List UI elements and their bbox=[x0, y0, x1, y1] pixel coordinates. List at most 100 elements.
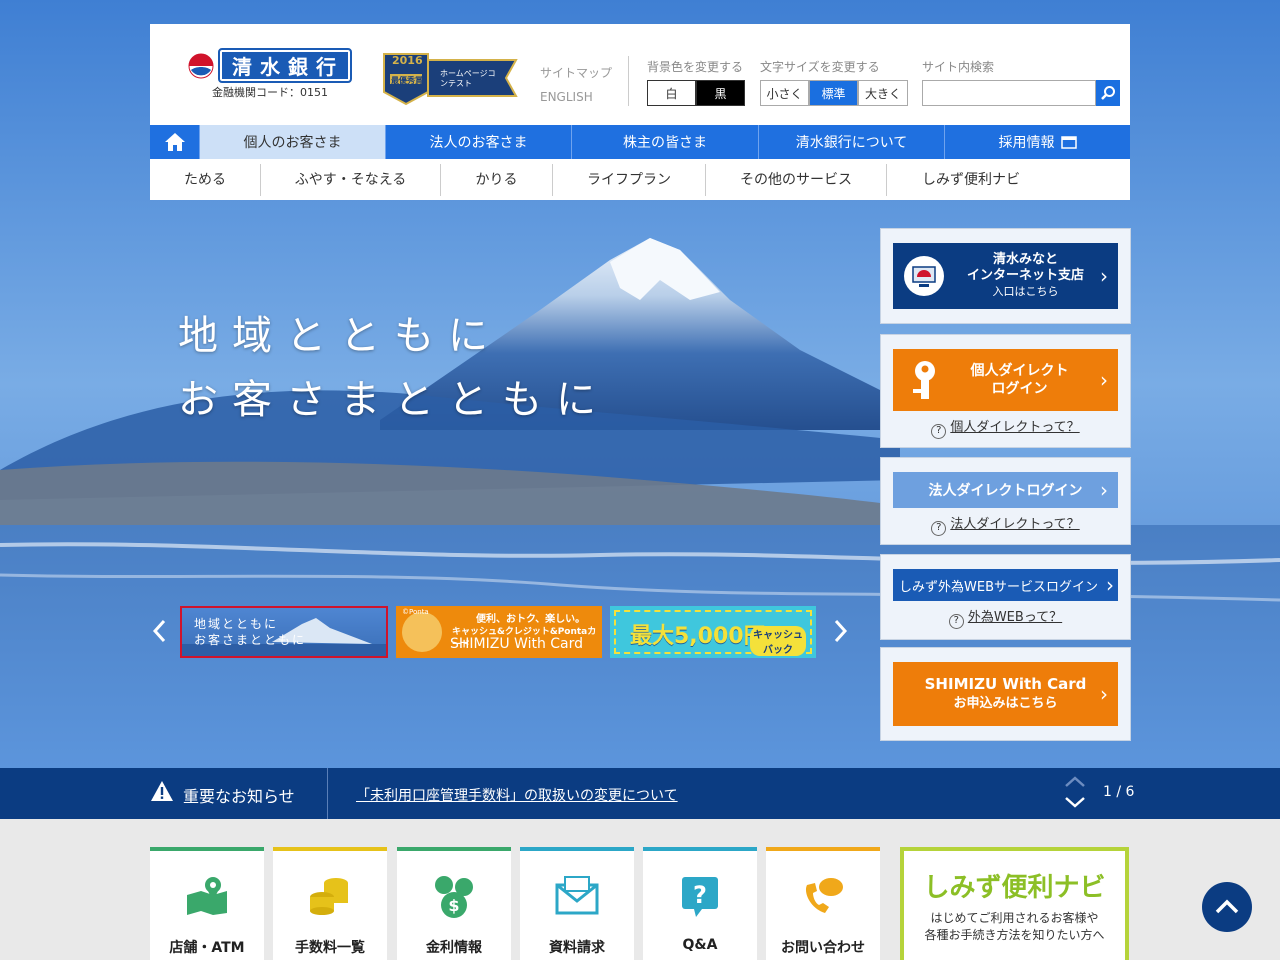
gnav-recruit[interactable]: 採用情報 bbox=[945, 125, 1130, 159]
personal-line-2: ログイン bbox=[991, 381, 1048, 397]
carousel-thumb-3[interactable]: 最大5,000円 キャッシュバック bbox=[610, 606, 816, 658]
font-large-button[interactable]: 大きく bbox=[858, 80, 908, 106]
bg-color-label: 背景色を変更する bbox=[647, 60, 744, 74]
site-header: 清水銀行 金融機関コード：0151 2016 最優秀賞 ホームページコンテスト … bbox=[150, 24, 1130, 125]
tile-interest-rates[interactable]: $ 金利情報 bbox=[397, 847, 511, 960]
font-normal-button[interactable]: 標準 bbox=[809, 80, 858, 106]
fx-web-login-button[interactable]: しみず外為WEBサービスログイン › bbox=[893, 569, 1118, 601]
personal-direct-login-button[interactable]: 個人ダイレクト ログイン › bbox=[893, 349, 1118, 411]
sub-nav: ためる ふやす・そなえる かりる ライフプラン その他のサービス しみず便利ナビ bbox=[150, 159, 1130, 200]
tile-contact[interactable]: お問い合わせ bbox=[766, 847, 880, 960]
benri-navi-banner[interactable]: しみず便利ナビ はじめてご利用されるお客様や 各種お手続き方法を知りたい方へ bbox=[900, 847, 1129, 960]
home-button[interactable] bbox=[150, 125, 200, 159]
page-top-button[interactable] bbox=[1202, 882, 1252, 932]
hero-copy: 地域とともに お客さまとともに bbox=[178, 304, 610, 432]
site-search-input[interactable] bbox=[922, 80, 1096, 106]
award-badge[interactable]: 2016 最優秀賞 ホームページコンテスト bbox=[382, 50, 518, 110]
subnav-lifeplan[interactable]: ライフプラン bbox=[553, 163, 706, 196]
chevron-down-icon bbox=[1065, 797, 1085, 808]
subnav-invest[interactable]: ふやす・そなえる bbox=[261, 163, 441, 196]
carousel-next-icon[interactable] bbox=[830, 618, 850, 644]
carousel-thumb-2[interactable]: ©Ponta 便利、おトク、楽しい。 キャッシュ&クレジット&Pontaカード … bbox=[396, 606, 602, 658]
personal-direct-help[interactable]: ? 個人ダイレクトって？ bbox=[893, 416, 1118, 439]
notice-divider bbox=[327, 768, 328, 819]
fx-login-label: しみず外為WEBサービスログイン bbox=[899, 579, 1098, 595]
tile-label: 手数料一覧 bbox=[295, 940, 365, 956]
thumb-3-sub: キャッシュバック bbox=[750, 626, 806, 656]
carousel-prev-icon[interactable] bbox=[150, 618, 170, 644]
subnav-borrow[interactable]: かりる bbox=[441, 163, 553, 196]
tile-fees[interactable]: 手数料一覧 bbox=[273, 847, 387, 960]
bg-white-button[interactable]: 白 bbox=[647, 80, 696, 106]
tile-brochure-request[interactable]: 資料請求 bbox=[520, 847, 634, 960]
award-text: ホームページコンテスト bbox=[440, 69, 496, 88]
corporate-login-label: 法人ダイレクトログイン bbox=[928, 483, 1083, 499]
gnav-shareholders[interactable]: 株主の皆さま bbox=[572, 125, 759, 159]
corporate-direct-help[interactable]: ? 法人ダイレクトって？ bbox=[893, 513, 1118, 536]
subnav-other-services[interactable]: その他のサービス bbox=[706, 163, 887, 196]
thumb-1-line-1: 地域とともに bbox=[194, 617, 279, 631]
gnav-recruit-label: 採用情報 bbox=[998, 135, 1055, 151]
hero-line-2: お客さまとともに bbox=[178, 377, 610, 423]
coins-icon bbox=[310, 878, 348, 915]
award-year: 2016 bbox=[392, 54, 423, 67]
global-nav: 個人のお客さま 法人のお客さま 株主の皆さま 清水銀行について 採用情報 bbox=[150, 125, 1130, 159]
svg-text:$: $ bbox=[448, 896, 459, 915]
subnav-navi[interactable]: しみず便利ナビ bbox=[887, 164, 1055, 196]
gnav-personal[interactable]: 個人のお客さま bbox=[200, 125, 386, 159]
fx-web-help-label: 外為WEBって？ bbox=[967, 610, 1063, 625]
with-card-line-2: お申込みはこちら bbox=[953, 696, 1058, 711]
thumb-2-ponta: ©Ponta bbox=[402, 608, 429, 616]
minato-card: 清水みなと インターネット支店 入口はこちら › bbox=[880, 228, 1131, 324]
thumb-1-line-2: お客さまとともに bbox=[194, 633, 307, 647]
home-icon bbox=[164, 133, 185, 151]
logo-text: 清水銀行 bbox=[218, 48, 352, 83]
tile-label: Q&A bbox=[682, 937, 718, 953]
award-badge-text: 最優秀賞 bbox=[391, 76, 423, 85]
navi-desc-line-2: 各種お手続き方法を知りたい方へ bbox=[924, 928, 1105, 942]
notice-link[interactable]: 「未利用口座管理手数料」の取扱いの変更について bbox=[356, 785, 678, 805]
corporate-direct-login-button[interactable]: 法人ダイレクトログイン › bbox=[893, 472, 1118, 508]
svg-text:?: ? bbox=[693, 881, 707, 909]
tile-branches-atm[interactable]: 店舗・ATM bbox=[150, 847, 264, 960]
logo-mark-icon bbox=[188, 53, 214, 78]
minato-line-3: 入口はこちら bbox=[992, 285, 1059, 298]
sitemap-link[interactable]: サイトマップ bbox=[540, 61, 612, 85]
with-card-apply-button[interactable]: SHIMIZU With Card お申込みはこちら › bbox=[893, 662, 1118, 726]
tile-label: 店舗・ATM bbox=[169, 940, 245, 956]
search-button[interactable] bbox=[1096, 80, 1120, 106]
search-icon bbox=[1101, 86, 1115, 100]
navi-description: はじめてご利用されるお客様や 各種お手続き方法を知りたい方へ bbox=[904, 910, 1125, 944]
minato-branch-button[interactable]: 清水みなと インターネット支店 入口はこちら › bbox=[893, 243, 1118, 309]
warning-icon bbox=[151, 781, 173, 801]
notice-pager: 1 / 6 bbox=[1103, 784, 1135, 800]
corporate-direct-card: 法人ダイレクトログイン › ? 法人ダイレクトって？ bbox=[880, 457, 1131, 545]
with-card-card: SHIMIZU With Card お申込みはこちら › bbox=[880, 647, 1131, 741]
subnav-save[interactable]: ためる bbox=[150, 163, 261, 196]
hero-line-1: 地域とともに bbox=[178, 313, 502, 359]
bank-logo[interactable]: 清水銀行 bbox=[188, 48, 352, 83]
chevron-right-icon: › bbox=[1106, 573, 1114, 597]
question-bubble-icon: ? bbox=[682, 877, 718, 917]
chevron-up-icon bbox=[1215, 899, 1239, 914]
english-link[interactable]: ENGLISH bbox=[540, 85, 612, 109]
fx-web-help[interactable]: ? 外為WEBって？ bbox=[893, 606, 1118, 629]
tile-faq[interactable]: ? Q&A bbox=[643, 847, 757, 960]
font-small-button[interactable]: 小さく bbox=[760, 80, 809, 106]
gnav-about[interactable]: 清水銀行について bbox=[759, 125, 945, 159]
important-notice-bar: 重要なお知らせ 「未利用口座管理手数料」の取扱いの変更について 1 / 6 bbox=[0, 768, 1280, 819]
quick-links-area: 店舗・ATM 手数料一覧 $ 金利情報 資料請求 ? Q&A お問い合わせ しみ… bbox=[0, 819, 1280, 960]
bg-color-switcher: 白 黒 bbox=[647, 80, 745, 106]
chevron-right-icon: › bbox=[1100, 264, 1108, 288]
notice-scroll-control[interactable] bbox=[1064, 772, 1086, 812]
currency-icon: $ bbox=[435, 876, 473, 918]
bg-black-button[interactable]: 黒 bbox=[696, 80, 745, 106]
font-size-switcher: 小さく 標準 大きく bbox=[760, 80, 908, 106]
with-card-line-1: SHIMIZU With Card bbox=[924, 675, 1087, 693]
carousel-thumb-1[interactable]: 地域とともに お客さまとともに bbox=[180, 606, 388, 658]
personal-direct-help-label: 個人ダイレクトって？ bbox=[950, 420, 1080, 435]
tile-label: 資料請求 bbox=[549, 940, 605, 956]
navi-title: しみず便利ナビ bbox=[923, 873, 1106, 903]
gnav-corporate[interactable]: 法人のお客さま bbox=[386, 125, 572, 159]
ponta-mascot-icon bbox=[402, 612, 442, 652]
